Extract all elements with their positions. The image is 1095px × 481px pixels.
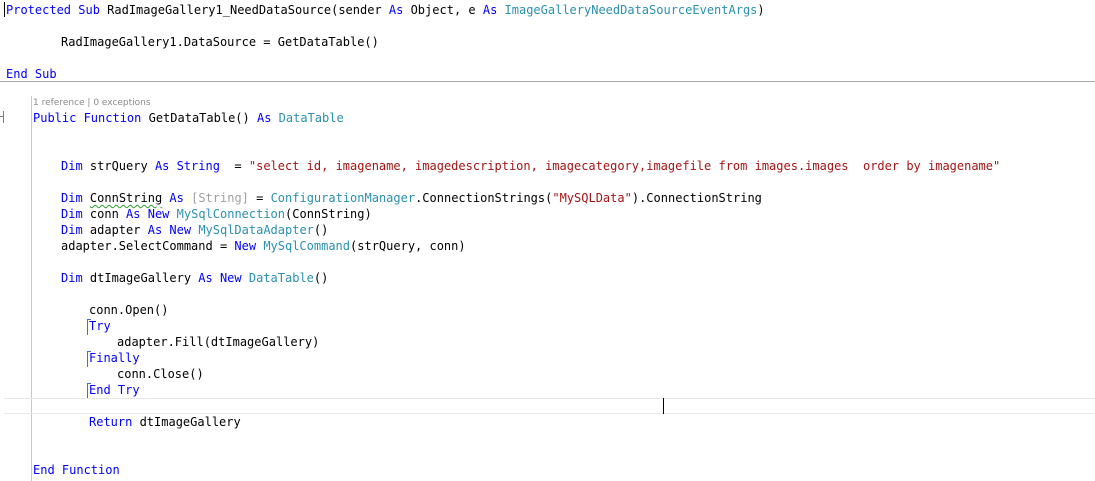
code-line-finally[interactable]: Finally — [89, 350, 140, 366]
keyword: End Try — [89, 383, 140, 397]
keyword: As — [169, 191, 184, 205]
keyword: End Function — [33, 463, 120, 477]
statement: adapter.SelectCommand = — [61, 239, 235, 253]
method-separator — [0, 81, 1095, 82]
code-line-end-function[interactable]: End Function — [33, 462, 120, 478]
statement: RadImageGallery1.DataSource = GetDataTab… — [61, 35, 379, 49]
identifier: .ConnectionStrings( — [415, 191, 553, 205]
keyword: As — [256, 111, 272, 125]
code-line-return[interactable]: Return dtImageGallery — [89, 414, 241, 430]
code-line-dtimagegallery[interactable]: Dim dtImageGallery As New DataTable() — [61, 270, 328, 286]
code-line-conn[interactable]: Dim conn As New MySqlConnection(ConnStri… — [61, 206, 372, 222]
type-name: MySqlDataAdapter — [198, 223, 314, 237]
keyword: Dim — [61, 271, 83, 285]
code-line-conn-close[interactable]: conn.Close() — [117, 366, 204, 382]
keyword: Return — [89, 415, 133, 429]
string-literal: "select id, imagename, imagedescription,… — [248, 159, 1001, 173]
keyword: As New — [147, 223, 192, 237]
keyword: As String — [154, 159, 220, 173]
identifier: conn — [82, 207, 127, 221]
keyword: As New — [126, 207, 170, 221]
identifier: , e — [453, 3, 483, 17]
arguments: () — [313, 271, 329, 285]
statement: adapter.Fill(dtImageGallery) — [117, 335, 320, 349]
code-line-conn-open[interactable]: conn.Open() — [89, 302, 168, 318]
identifier: Object — [403, 3, 454, 17]
keyword: Dim — [61, 191, 83, 205]
code-line-sub-declaration[interactable]: Protected Sub RadImageGallery1_NeedDataS… — [6, 2, 765, 18]
type-name: DataTable — [278, 111, 344, 125]
statement: conn.Close() — [117, 367, 204, 381]
string-literal: "MySQLData" — [552, 191, 632, 205]
code-line-function-declaration[interactable]: Public Function GetDataTable() As DataTa… — [33, 110, 344, 126]
type-name: ConfigurationManager — [270, 191, 416, 205]
editor-left-caret — [4, 2, 5, 17]
text-caret — [663, 398, 664, 414]
identifier-warning: ConnString — [89, 191, 163, 205]
keyword: Dim — [61, 159, 83, 173]
operator: = — [248, 191, 271, 205]
identifier: ).ConnectionString — [631, 191, 762, 205]
identifier: RadImageGallery1_NeedDataSource(sender — [99, 3, 389, 17]
code-editor[interactable]: Protected Sub RadImageGallery1_NeedDataS… — [0, 0, 1095, 481]
code-line-end-try[interactable]: End Try — [89, 382, 140, 398]
arguments: () — [313, 223, 329, 237]
type-name: DataTable — [248, 271, 314, 285]
identifier: dtImageGallery — [132, 415, 241, 429]
keyword: As — [388, 3, 404, 17]
keyword: Try — [89, 319, 111, 333]
code-line-try[interactable]: Try — [89, 318, 111, 334]
code-line-strquery[interactable]: Dim strQuery As String = "select id, ima… — [61, 158, 1000, 174]
identifier: strQuery — [82, 159, 155, 173]
statement: conn.Open() — [89, 303, 169, 317]
identifier: dtImageGallery — [82, 271, 199, 285]
keyword: Protected Sub — [6, 3, 100, 17]
keyword: End Sub — [6, 67, 57, 81]
identifier: adapter — [82, 223, 148, 237]
keyword: Finally — [89, 351, 140, 365]
code-line-connstring[interactable]: Dim ConnString As [String] = Configurati… — [61, 190, 762, 206]
current-line-highlight[interactable] — [4, 398, 1095, 414]
code-line-adapter[interactable]: Dim adapter As New MySqlDataAdapter() — [61, 222, 328, 238]
type-name: MySqlCommand — [263, 239, 351, 253]
arguments: (ConnString) — [285, 207, 372, 221]
codelens-references[interactable]: 1 reference | 0 exceptions — [33, 97, 151, 109]
keyword: As — [482, 3, 498, 17]
keyword: New — [234, 239, 257, 253]
code-line-datasource[interactable]: RadImageGallery1.DataSource = GetDataTab… — [61, 34, 379, 50]
keyword: Dim — [61, 207, 83, 221]
outline-collapse-icon[interactable] — [0, 111, 4, 123]
code-line-end-sub[interactable]: End Sub — [6, 66, 57, 82]
outline-margin-line — [31, 96, 32, 481]
code-line-selectcommand[interactable]: adapter.SelectCommand = New MySqlCommand… — [61, 238, 466, 254]
keyword: Public Function — [33, 111, 142, 125]
arguments: (strQuery, conn) — [350, 239, 466, 253]
keyword: As New — [198, 271, 242, 285]
punctuation: ) — [757, 3, 765, 17]
identifier: GetDataTable() — [141, 111, 257, 125]
type-name: ImageGalleryNeedDataSourceEventArgs — [504, 3, 758, 17]
operator: = — [219, 159, 249, 173]
type-name-faded: [String] — [191, 191, 249, 205]
type-name: MySqlConnection — [176, 207, 286, 221]
code-line-fill[interactable]: adapter.Fill(dtImageGallery) — [117, 334, 319, 350]
keyword: Dim — [61, 223, 83, 237]
